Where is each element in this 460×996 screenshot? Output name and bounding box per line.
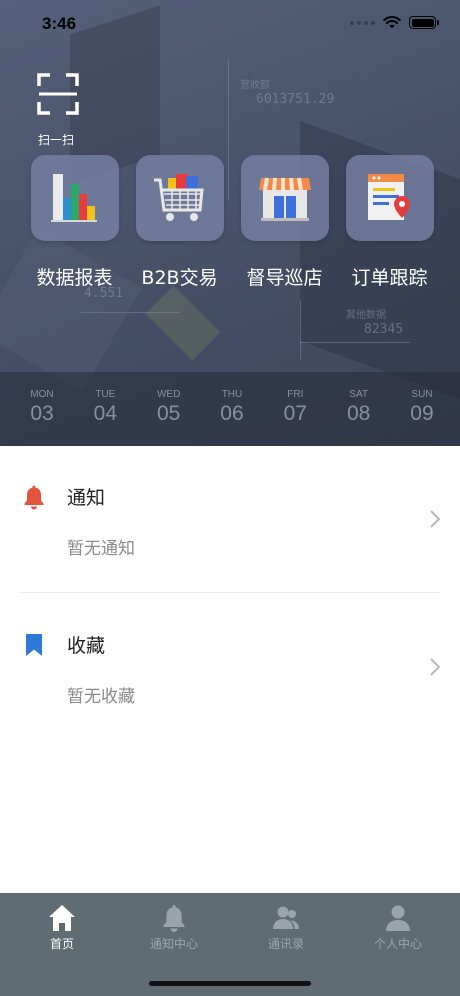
day-name: TUE — [95, 389, 116, 400]
quick-action-label: 督导巡店 — [246, 267, 323, 289]
bar-chart-icon — [50, 174, 97, 222]
battery-icon — [409, 16, 439, 29]
favorites-empty-text: 暂无收藏 — [67, 687, 135, 707]
calendar-day[interactable]: WED 05 — [149, 372, 189, 446]
notice-empty-text: 暂无通知 — [67, 539, 135, 559]
order-tracking-icon — [367, 174, 410, 220]
day-number: 04 — [93, 402, 117, 425]
bell-icon — [163, 905, 185, 932]
notice-title: 通知 — [67, 487, 106, 509]
signal-icon — [350, 20, 375, 25]
quick-action-data-report[interactable]: 数据报表 — [22, 155, 127, 290]
scan-icon — [37, 73, 79, 115]
tab-label: 个人中心 — [373, 937, 422, 951]
day-number: 05 — [156, 402, 181, 425]
tab-label: 首页 — [49, 937, 74, 951]
status-time: 3:46 — [42, 14, 77, 33]
day-name: THU — [221, 389, 243, 400]
shopping-cart-icon — [153, 174, 204, 221]
quick-action-label: 订单跟踪 — [351, 267, 428, 289]
day-name: MON — [30, 389, 54, 400]
calendar-day[interactable]: MON 03 — [22, 372, 62, 446]
background-text: 营收额 — [240, 80, 270, 91]
background-text: 其他数据 — [346, 310, 386, 321]
quick-action-tile — [240, 155, 329, 241]
background-text: 6013751.29 — [256, 92, 335, 107]
chevron-right-icon — [430, 510, 441, 528]
section-divider — [20, 592, 440, 593]
quick-action-tile — [30, 155, 119, 241]
home-indicator[interactable] — [149, 981, 311, 986]
day-number: 06 — [220, 402, 244, 425]
status-indicators — [350, 16, 439, 29]
hero-banner: 营收额 6013751.29 其他数据 82345 4.551 3:46 扫一扫 — [0, 0, 460, 446]
favorites-section[interactable]: 收藏 暂无收藏 — [0, 618, 460, 734]
quick-actions: 数据报表 B2B交易 督导巡店 订单跟踪 — [22, 155, 442, 290]
tab-label: 通讯录 — [267, 937, 304, 951]
day-name: FRI — [287, 389, 304, 400]
calendar-day[interactable]: THU 06 — [212, 372, 252, 446]
day-name: SAT — [349, 389, 368, 400]
scan-label: 扫一扫 — [38, 133, 75, 147]
home-icon — [49, 905, 75, 931]
calendar-day[interactable]: SUN 09 — [402, 372, 442, 446]
favorites-title: 收藏 — [67, 635, 106, 657]
contacts-icon — [273, 906, 299, 929]
day-number: 03 — [30, 402, 54, 425]
calendar-day[interactable]: FRI 07 — [275, 372, 315, 446]
background-line — [300, 342, 410, 343]
tab-label: 通知中心 — [149, 937, 198, 951]
quick-action-label: 数据报表 — [36, 267, 113, 289]
day-number: 07 — [283, 402, 307, 425]
week-calendar-strip: MON 03 TUE 04 WED 05 THU 06 FRI 07 SAT 08 SUN 0… — [0, 372, 460, 446]
storefront-icon — [258, 177, 311, 221]
calendar-day[interactable]: TUE 04 — [85, 372, 125, 446]
notice-section[interactable]: 通知 暂无通知 — [0, 470, 460, 586]
tab-profile[interactable]: 个人中心 — [342, 893, 454, 996]
quick-action-b2b[interactable]: B2B交易 — [127, 155, 232, 290]
status-bar: 3:46 — [0, 0, 460, 50]
scan-button[interactable] — [36, 72, 80, 116]
day-name: WED — [156, 389, 181, 400]
quick-action-store-inspection[interactable]: 督导巡店 — [232, 155, 337, 290]
background-line — [80, 312, 180, 313]
wifi-icon — [383, 16, 401, 29]
quick-action-order-tracking[interactable]: 订单跟踪 — [337, 155, 442, 290]
background-line — [300, 300, 301, 360]
background-shape — [145, 285, 221, 361]
day-name: SUN — [411, 389, 433, 400]
person-icon — [386, 905, 410, 931]
bookmark-icon — [26, 634, 42, 656]
calendar-day[interactable]: SAT 08 — [339, 372, 379, 446]
bell-icon — [24, 485, 44, 510]
day-number: 08 — [346, 402, 371, 425]
quick-action-label: B2B交易 — [141, 267, 218, 289]
chevron-right-icon — [430, 658, 441, 676]
tab-home[interactable]: 首页 — [6, 893, 118, 996]
day-number: 09 — [410, 402, 434, 425]
quick-action-tile — [345, 155, 434, 241]
quick-action-tile — [135, 155, 224, 241]
background-text: 82345 — [364, 322, 404, 337]
